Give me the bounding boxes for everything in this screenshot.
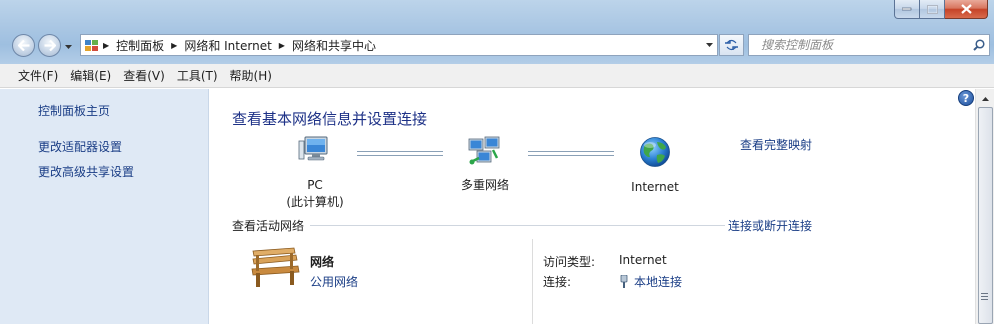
connection-line — [357, 151, 443, 156]
network-name: 网络 — [310, 255, 335, 269]
back-button[interactable] — [12, 34, 35, 57]
network-node-pc: PC (此计算机) — [280, 136, 350, 211]
node-label: Internet — [631, 180, 679, 194]
menu-bar: 文件(F) 编辑(E) 查看(V) 工具(T) 帮助(H) — [0, 64, 994, 88]
breadcrumb-separator[interactable]: ▶ — [103, 41, 109, 50]
chevron-down-icon — [65, 44, 72, 49]
access-type-value: Internet — [619, 253, 667, 267]
search-icon[interactable] — [969, 39, 989, 51]
breadcrumb-separator[interactable]: ▶ — [171, 41, 177, 50]
scrollbar-grip — [981, 293, 988, 302]
chevron-up-icon — [982, 96, 989, 101]
breadcrumb-network-sharing-center[interactable]: 网络和共享中心 — [292, 37, 376, 54]
local-connection-text: 本地连接 — [634, 275, 683, 289]
multiple-networks-icon — [468, 136, 500, 165]
section-divider — [310, 225, 725, 226]
breadcrumb-network-internet[interactable]: 网络和 Internet — [184, 37, 271, 54]
active-networks-heading: 查看活动网络 — [232, 219, 305, 233]
search-box[interactable] — [748, 34, 990, 56]
main-content: ? 查看基本网络信息并设置连接 查看完整映射 PC (此计算机) 多重网络 In… — [210, 89, 974, 324]
ethernet-plug-icon — [620, 274, 628, 288]
address-bar[interactable]: ▶ 控制面板 ▶ 网络和 Internet ▶ 网络和共享中心 — [80, 34, 718, 56]
forward-button[interactable] — [38, 34, 61, 57]
breadcrumb-control-panel[interactable]: 控制面板 — [116, 37, 164, 54]
back-arrow-icon — [17, 40, 29, 51]
minimize-icon — [902, 7, 912, 11]
network-node-multiple[interactable]: 多重网络 — [450, 136, 520, 194]
sidebar-item-change-adapter-settings[interactable]: 更改适配器设置 — [38, 138, 122, 155]
vertical-scrollbar[interactable] — [975, 89, 994, 324]
breadcrumb: ▶ 控制面板 ▶ 网络和 Internet ▶ 网络和共享中心 — [81, 37, 701, 54]
maximize-button[interactable] — [920, 0, 945, 19]
local-connection-link[interactable]: 本地连接 — [619, 273, 682, 290]
globe-icon — [640, 137, 670, 167]
chevron-down-icon — [705, 43, 713, 47]
menu-help[interactable]: 帮助(H) — [224, 67, 278, 84]
page-title: 查看基本网络信息并设置连接 — [232, 110, 428, 128]
address-history-dropdown[interactable] — [701, 35, 717, 55]
menu-view[interactable]: 查看(V) — [117, 67, 171, 84]
view-full-map-link[interactable]: 查看完整映射 — [740, 136, 812, 153]
window-frame: ▶ 控制面板 ▶ 网络和 Internet ▶ 网络和共享中心 — [0, 0, 994, 64]
search-input[interactable] — [749, 38, 969, 52]
public-network-bench-icon[interactable] — [250, 247, 300, 291]
refresh-button[interactable] — [719, 34, 744, 56]
network-type-link[interactable]: 公用网络 — [310, 273, 358, 290]
connection-line — [528, 151, 614, 156]
sidebar-item-control-panel-home[interactable]: 控制面板主页 — [38, 102, 110, 119]
scroll-up-button[interactable] — [978, 91, 993, 106]
refresh-icon — [725, 39, 738, 51]
minimize-button[interactable] — [894, 0, 920, 19]
forward-arrow-icon — [44, 40, 56, 51]
vertical-divider — [532, 239, 533, 324]
menu-tools[interactable]: 工具(T) — [171, 67, 224, 84]
sidebar-item-change-advanced-sharing[interactable]: 更改高级共享设置 — [38, 163, 134, 180]
node-label: 多重网络 — [460, 178, 509, 192]
task-pane: 控制面板主页 更改适配器设置 更改高级共享设置 — [0, 89, 209, 324]
close-button[interactable] — [945, 0, 988, 19]
network-node-internet[interactable]: Internet — [620, 136, 690, 196]
maximize-icon — [926, 4, 938, 14]
close-icon — [960, 4, 972, 14]
scrollbar-thumb[interactable] — [978, 107, 993, 324]
control-panel-icon — [85, 39, 98, 51]
access-type-label: 访问类型: — [543, 255, 596, 269]
computer-icon — [298, 136, 328, 161]
connections-label: 连接: — [543, 275, 572, 289]
node-label: PC — [307, 178, 323, 192]
help-icon[interactable]: ? — [958, 90, 974, 106]
breadcrumb-separator[interactable]: ▶ — [279, 41, 285, 50]
node-sublabel: (此计算机) — [286, 195, 344, 209]
navigation-row: ▶ 控制面板 ▶ 网络和 Internet ▶ 网络和共享中心 — [0, 30, 994, 60]
menu-edit[interactable]: 编辑(E) — [64, 67, 117, 84]
caption-buttons — [894, 0, 988, 19]
connect-disconnect-link[interactable]: 连接或断开连接 — [728, 217, 812, 234]
recent-pages-dropdown[interactable] — [64, 42, 73, 51]
menu-file[interactable]: 文件(F) — [12, 67, 64, 84]
